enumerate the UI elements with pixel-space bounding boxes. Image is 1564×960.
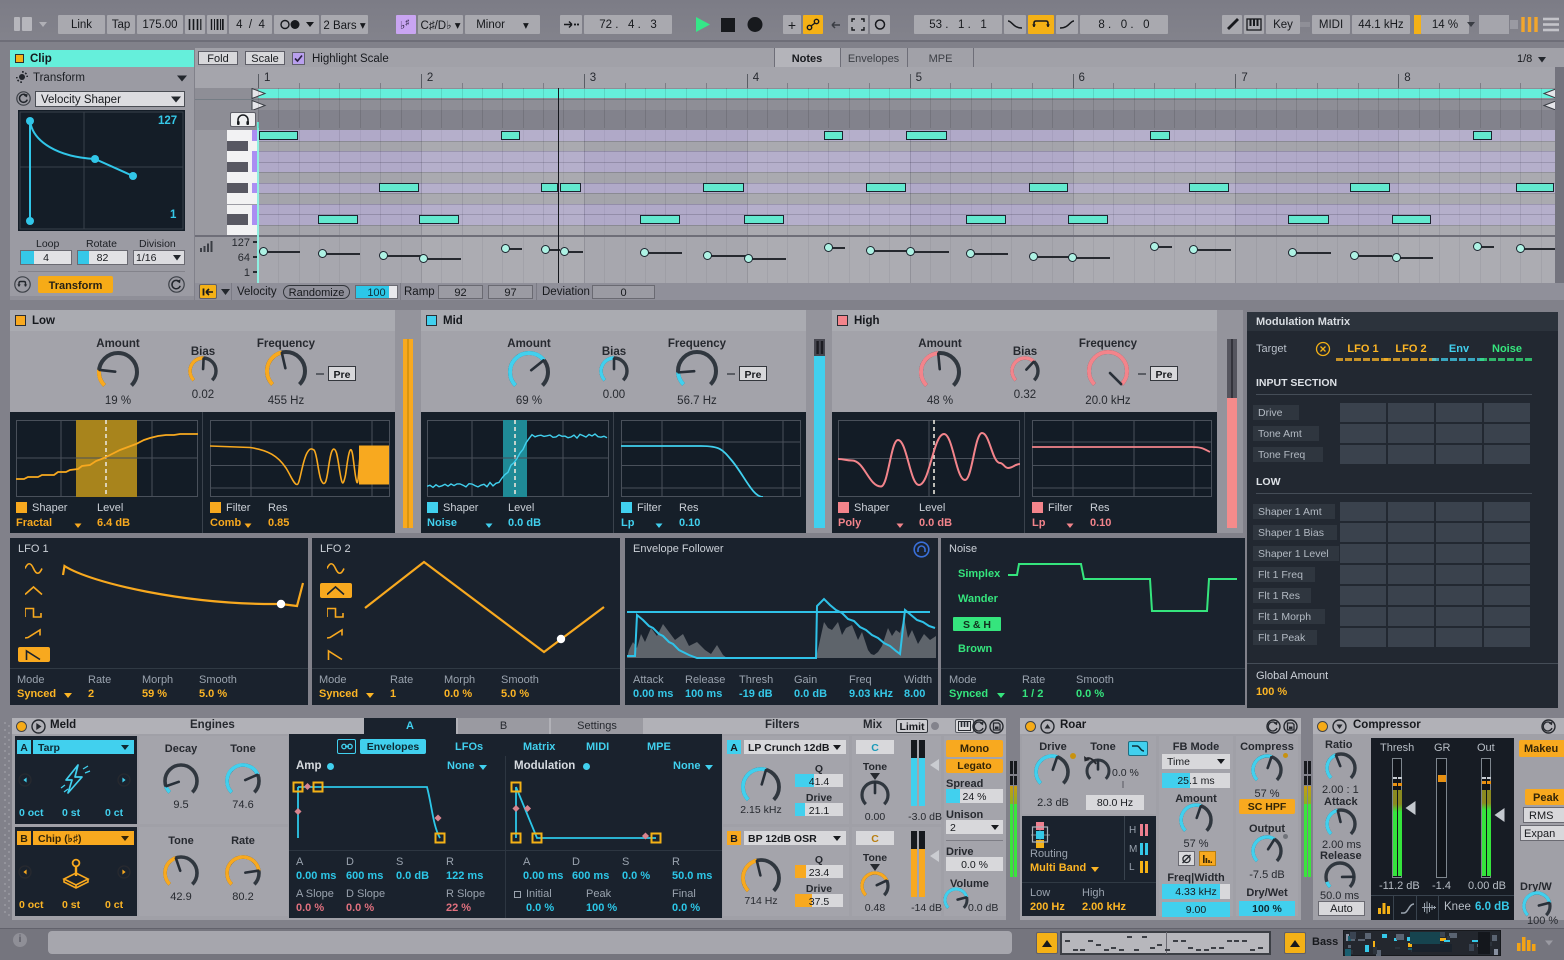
svg-text:♭♯: ♭♯ [400,18,409,31]
